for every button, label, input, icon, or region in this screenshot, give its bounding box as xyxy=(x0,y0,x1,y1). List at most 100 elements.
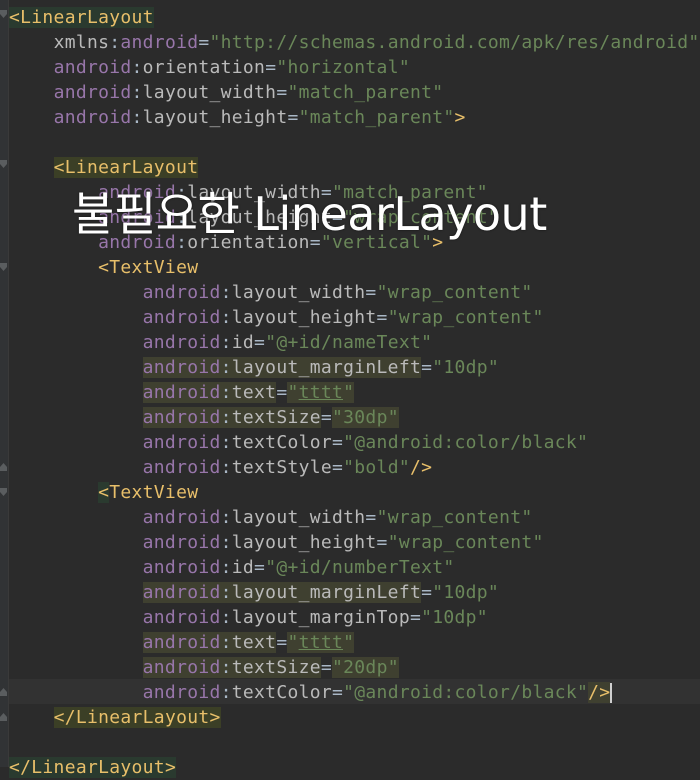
code-token: layout_height xyxy=(231,532,377,553)
overlay-caption: 불필요한 LinearLayout xyxy=(72,187,547,241)
code-token: "bold" xyxy=(343,457,410,478)
code-editor[interactable]: <LinearLayout xmlns:android="http://sche… xyxy=(0,0,700,778)
code-token: : xyxy=(131,82,143,103)
code-token: > xyxy=(164,757,177,778)
code-line[interactable]: android:layout_marginTop="10dp" xyxy=(9,605,488,630)
code-token: : xyxy=(220,682,232,703)
code-token: textSize xyxy=(231,407,321,428)
code-token: /> xyxy=(409,457,433,478)
code-token: = xyxy=(365,282,377,303)
code-token: = xyxy=(332,432,344,453)
code-token: layout_marginTop xyxy=(231,607,410,628)
code-line[interactable]: android:text="tttt" xyxy=(9,630,355,655)
code-token: = xyxy=(421,357,433,378)
code-line[interactable]: android:textSize="20dp" xyxy=(9,655,399,680)
code-token: = xyxy=(376,532,388,553)
fold-expand-end-icon[interactable] xyxy=(0,688,7,696)
code-line[interactable]: android:layout_height="wrap_content" xyxy=(9,530,544,555)
code-token: "wrap_content" xyxy=(376,507,533,528)
code-token: "@+id/numberText" xyxy=(265,557,455,578)
code-token: layout_marginLeft xyxy=(231,582,422,603)
fold-collapse-icon[interactable] xyxy=(0,263,7,271)
code-token: textStyle xyxy=(231,457,332,478)
code-line[interactable]: android:id="@+id/numberText" xyxy=(9,555,455,580)
code-line[interactable]: android:textColor="@android:color/black" xyxy=(9,430,588,455)
code-line[interactable]: android:layout_width="wrap_content" xyxy=(9,505,533,530)
code-line[interactable]: </LinearLayout> xyxy=(9,755,177,780)
code-line[interactable]: </LinearLayout> xyxy=(9,705,221,730)
code-line[interactable]: android:text="tttt" xyxy=(9,380,355,405)
code-line[interactable]: android:layout_marginLeft="10dp" xyxy=(9,580,499,605)
code-token: TextView xyxy=(109,257,199,278)
code-line[interactable]: android:layout_width="wrap_content" xyxy=(9,280,533,305)
code-token: > xyxy=(209,707,221,728)
code-line[interactable]: <LinearLayout xyxy=(9,5,154,30)
code-line[interactable]: android:layout_marginLeft="10dp" xyxy=(9,355,499,380)
fold-collapse-icon[interactable] xyxy=(0,160,7,168)
code-line[interactable]: android:textStyle="bold"/> xyxy=(9,455,432,480)
code-token: " xyxy=(343,632,355,653)
code-token: : xyxy=(220,632,232,653)
code-token: "wrap_content" xyxy=(387,307,544,328)
code-line[interactable]: xmlns:android="http://schemas.android.co… xyxy=(9,30,700,55)
code-token: android xyxy=(142,307,221,328)
code-token: = xyxy=(332,682,344,703)
code-token: android xyxy=(142,507,221,528)
code-token: : xyxy=(220,657,232,678)
code-token: android xyxy=(142,557,221,578)
code-token: tttt xyxy=(298,382,344,403)
code-token: = xyxy=(320,407,333,428)
fold-collapse-icon[interactable] xyxy=(0,10,7,18)
code-token: android xyxy=(142,407,221,428)
code-line[interactable]: android:id="@+id/nameText" xyxy=(9,330,432,355)
code-token: = xyxy=(376,307,388,328)
code-line[interactable]: android:layout_height="match_parent"> xyxy=(9,105,466,130)
code-line[interactable]: android:orientation="horizontal" xyxy=(9,55,410,80)
code-token: "match_parent" xyxy=(298,107,455,128)
code-token: "http://schemas.android.com/apk/res/andr… xyxy=(209,32,700,53)
code-token: : xyxy=(220,582,232,603)
code-token: : xyxy=(220,382,232,403)
code-token: textSize xyxy=(231,657,321,678)
code-token: android xyxy=(142,457,221,478)
code-line[interactable]: android:layout_height="wrap_content" xyxy=(9,305,544,330)
editor-gutter xyxy=(0,0,9,767)
code-token: android xyxy=(53,107,132,128)
code-token: = xyxy=(276,382,288,403)
fold-expand-end-icon[interactable] xyxy=(0,713,7,721)
code-token: android xyxy=(53,57,132,78)
code-token: "10dp" xyxy=(421,607,488,628)
code-line[interactable]: <LinearLayout xyxy=(9,155,199,180)
code-token: xmlns xyxy=(53,32,110,53)
code-token: TextView xyxy=(109,482,199,503)
code-line[interactable]: android:textColor="@android:color/black"… xyxy=(9,680,613,705)
code-line[interactable]: <TextView xyxy=(9,255,198,280)
code-line[interactable]: android:textSize="30dp" xyxy=(9,405,399,430)
code-token: "wrap_content" xyxy=(387,532,544,553)
code-line[interactable]: android:layout_width="match_parent" xyxy=(9,80,444,105)
code-token: : xyxy=(220,307,232,328)
code-token: : xyxy=(220,407,232,428)
code-token: = xyxy=(265,57,277,78)
code-token: text xyxy=(231,632,277,653)
code-token: "wrap_content" xyxy=(376,282,533,303)
code-line[interactable]: <TextView xyxy=(9,480,198,505)
code-token: "@android:color/black" xyxy=(343,682,589,703)
fold-collapse-icon[interactable] xyxy=(0,488,7,496)
code-token: "30dp" xyxy=(332,407,399,428)
fold-expand-end-icon[interactable] xyxy=(0,463,7,471)
code-token: android xyxy=(53,82,132,103)
code-token: "horizontal" xyxy=(276,57,410,78)
code-token: orientation xyxy=(142,57,266,78)
